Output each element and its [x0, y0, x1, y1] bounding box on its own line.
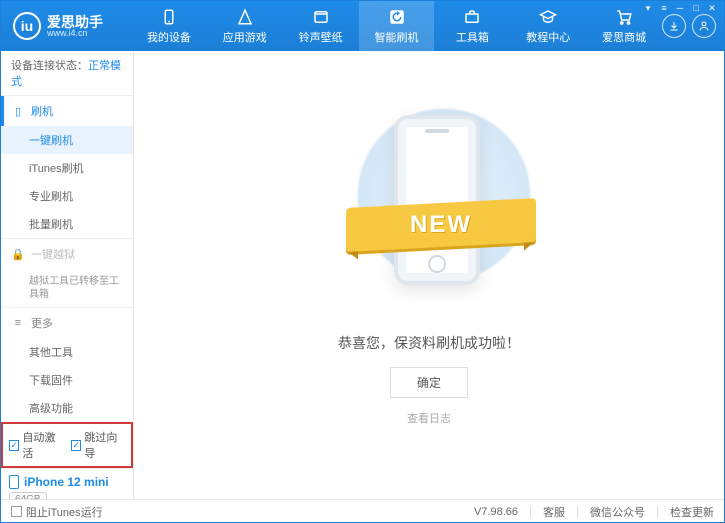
- checkbox-unchecked-icon: [11, 506, 22, 517]
- sidebar-item-one-click-flash[interactable]: 一键刷机: [1, 126, 133, 154]
- ok-button[interactable]: 确定: [390, 367, 468, 398]
- user-icon: [698, 20, 710, 32]
- divider: [657, 506, 658, 518]
- block-itunes-checkbox[interactable]: 阻止iTunes运行: [11, 504, 103, 520]
- divider: [530, 506, 531, 518]
- cart-icon: [615, 8, 633, 26]
- nav-my-device[interactable]: 我的设备: [131, 1, 207, 51]
- graduation-icon: [539, 8, 557, 26]
- device-phone-icon: [9, 475, 19, 489]
- user-button[interactable]: [692, 14, 716, 38]
- checkbox-label: 跳过向导: [84, 429, 125, 461]
- view-log-link[interactable]: 查看日志: [407, 410, 451, 426]
- main-nav: 我的设备 应用游戏 铃声壁纸 智能刷机 工具箱 教程中心 爱思商城: [131, 1, 662, 51]
- success-message: 恭喜您，保资料刷机成功啦！: [338, 333, 520, 353]
- skip-guide-checkbox[interactable]: ✓ 跳过向导: [71, 429, 125, 461]
- toolbox-icon: [463, 8, 481, 26]
- section-title: 一键越狱: [31, 246, 75, 262]
- check-update-link[interactable]: 检查更新: [670, 504, 714, 520]
- section-title: 刷机: [31, 103, 53, 119]
- download-icon: [668, 20, 680, 32]
- nav-label: 爱思商城: [602, 29, 646, 45]
- nav-label: 智能刷机: [375, 29, 419, 45]
- jailbreak-note: 越狱工具已转移至工具箱: [1, 269, 133, 307]
- close-icon[interactable]: ✕: [705, 2, 719, 14]
- status-label: 设备连接状态：: [11, 60, 88, 72]
- refresh-icon: [388, 8, 406, 26]
- banner-text: NEW: [410, 211, 472, 239]
- wechat-link[interactable]: 微信公众号: [590, 504, 645, 520]
- nav-toolbox[interactable]: 工具箱: [434, 1, 510, 51]
- sidebar-item-batch-flash[interactable]: 批量刷机: [1, 210, 133, 238]
- nav-smart-flash[interactable]: 智能刷机: [359, 1, 435, 51]
- list-icon: ≡: [11, 317, 25, 329]
- jailbreak-section-header[interactable]: 🔒 一键越狱: [1, 239, 133, 269]
- more-section-header[interactable]: ≡ 更多: [1, 308, 133, 338]
- auto-activate-checkbox[interactable]: ✓ 自动激活: [9, 429, 63, 461]
- download-button[interactable]: [662, 14, 686, 38]
- checkbox-checked-icon: ✓: [71, 440, 81, 451]
- phone-flash-icon: ▯: [11, 105, 25, 118]
- highlighted-checkboxes: ✓ 自动激活 ✓ 跳过向导: [1, 422, 133, 468]
- nav-label: 应用游戏: [223, 29, 267, 45]
- main-panel: NEW 恭喜您，保资料刷机成功啦！ 确定 查看日志: [134, 51, 724, 499]
- app-name: 爱思助手: [47, 15, 103, 29]
- divider: [577, 506, 578, 518]
- titlebar: iu 爱思助手 www.i4.cn 我的设备 应用游戏 铃声壁纸 智能刷机 工具…: [1, 1, 724, 51]
- sidebar-item-other-tools[interactable]: 其他工具: [1, 338, 133, 366]
- logo-icon: iu: [13, 12, 41, 40]
- nav-label: 工具箱: [456, 29, 489, 45]
- success-illustration: NEW: [364, 105, 494, 305]
- sidebar: 设备连接状态：正常模式 ▯ 刷机 一键刷机 iTunes刷机 专业刷机 批量刷机…: [1, 51, 134, 499]
- minimize-icon[interactable]: ─: [673, 2, 687, 14]
- nav-ringtones[interactable]: 铃声壁纸: [283, 1, 359, 51]
- apps-icon: [236, 8, 254, 26]
- sidebar-item-itunes-flash[interactable]: iTunes刷机: [1, 154, 133, 182]
- nav-label: 我的设备: [147, 29, 191, 45]
- maximize-icon[interactable]: □: [689, 2, 703, 14]
- flash-section-header[interactable]: ▯ 刷机: [1, 96, 133, 126]
- connection-status: 设备连接状态：正常模式: [1, 51, 133, 95]
- connected-device[interactable]: iPhone 12 mini 64GB Down-12mini-13,1: [1, 468, 133, 499]
- device-name: iPhone 12 mini: [24, 475, 109, 489]
- statusbar: 阻止iTunes运行 V7.98.66 客服 微信公众号 检查更新: [1, 499, 724, 523]
- checkbox-label: 自动激活: [22, 429, 63, 461]
- support-link[interactable]: 客服: [543, 504, 565, 520]
- nav-tutorials[interactable]: 教程中心: [510, 1, 586, 51]
- device-storage: 64GB: [9, 492, 47, 499]
- sidebar-item-download-firmware[interactable]: 下载固件: [1, 366, 133, 394]
- nav-label: 教程中心: [526, 29, 570, 45]
- nav-label: 铃声壁纸: [299, 29, 343, 45]
- new-banner: NEW: [346, 198, 536, 252]
- sidebar-item-pro-flash[interactable]: 专业刷机: [1, 182, 133, 210]
- app-logo: iu 爱思助手 www.i4.cn: [1, 12, 131, 40]
- phone-icon: [160, 8, 178, 26]
- menu-icon[interactable]: ▾: [641, 2, 655, 14]
- checkbox-checked-icon: ✓: [9, 440, 19, 451]
- sidebar-item-advanced[interactable]: 高级功能: [1, 394, 133, 422]
- nav-apps-games[interactable]: 应用游戏: [207, 1, 283, 51]
- version-label: V7.98.66: [474, 506, 518, 518]
- checkbox-label: 阻止iTunes运行: [26, 504, 103, 520]
- hamburger-icon[interactable]: ≡: [657, 2, 671, 14]
- wallpaper-icon: [312, 8, 330, 26]
- section-title: 更多: [31, 315, 53, 331]
- lock-icon: 🔒: [11, 248, 25, 261]
- app-url: www.i4.cn: [47, 29, 103, 38]
